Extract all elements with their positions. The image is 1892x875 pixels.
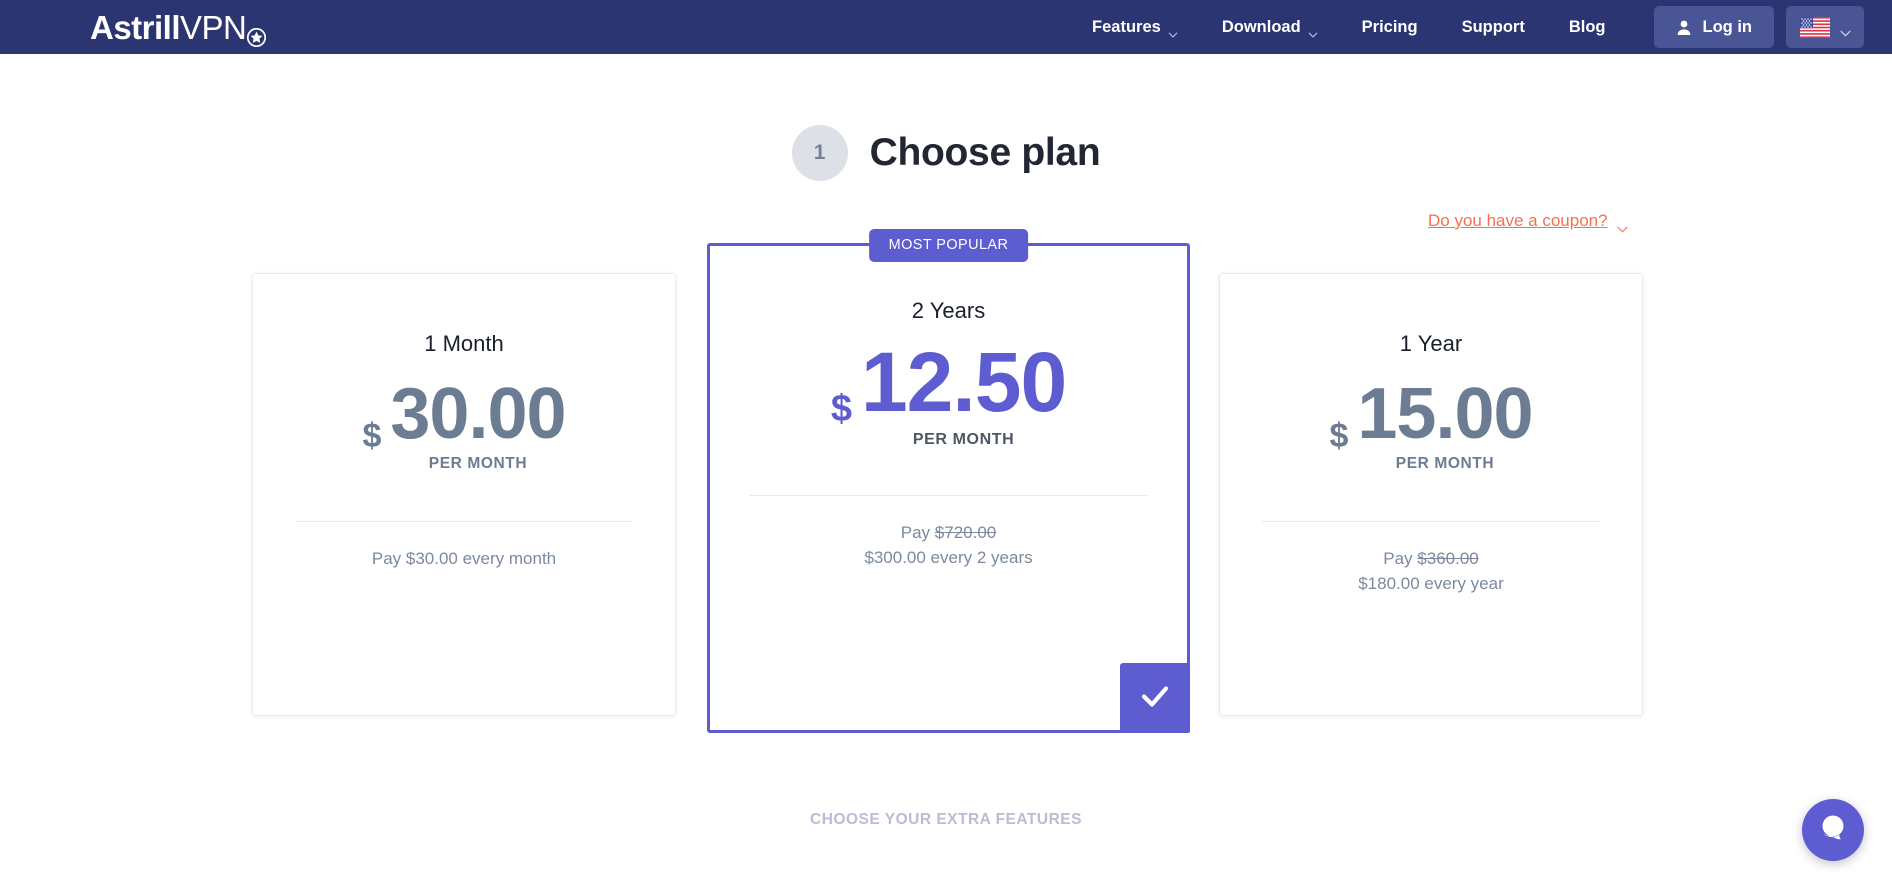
most-popular-badge: MOST POPULAR (868, 229, 1029, 262)
plan-name: 1 Month (424, 331, 504, 356)
main-content: 1 Choose plan Do you have a coupon? 1 Mo… (0, 54, 1892, 875)
currency-symbol: $ (362, 417, 382, 455)
billing-pay-prefix: Pay (900, 523, 935, 543)
billing-original-price: $360.00 (1417, 549, 1479, 569)
extra-features-heading: CHOOSE YOUR EXTRA FEATURES (810, 811, 1082, 828)
plan-billing-note: Pay $720.00 $300.00 every 2 years (710, 521, 1187, 570)
billing-line-2: $180.00 every year (1358, 573, 1504, 593)
nav-item-download[interactable]: Download (1200, 10, 1340, 45)
currency-symbol: $ (830, 388, 852, 430)
plan-selected-indicator (1120, 663, 1190, 733)
nav-label: Blog (1568, 17, 1606, 36)
billing-line-1: Pay $30.00 every month (371, 549, 557, 569)
plan-name: 1 Year (1399, 331, 1463, 356)
us-flag-icon (1800, 16, 1830, 38)
chat-widget-button[interactable] (1802, 799, 1864, 861)
nav-item-blog[interactable]: Blog (1547, 10, 1628, 45)
price-amount: 12.50 (860, 335, 1067, 429)
plan-price: $ 15.00 PER MONTH (1220, 378, 1642, 473)
plan-billing-note: Pay $360.00 $180.00 every year (1220, 547, 1642, 596)
plan-billing-note: Pay $30.00 every month (253, 547, 675, 572)
price-amount: 30.00 (390, 374, 566, 454)
site-logo[interactable]: Astrill VPN (90, 8, 267, 47)
chevron-down-icon (1840, 24, 1851, 37)
plan-card-2-years[interactable]: MOST POPULAR 2 Years $ 12.50 PER MONTH P… (707, 229, 1190, 733)
language-selector[interactable] (1786, 6, 1864, 48)
billing-line-2: $300.00 every 2 years (864, 547, 1033, 567)
step-number-badge: 1 (791, 125, 848, 181)
nav-item-features[interactable]: Features (1070, 10, 1200, 45)
login-button[interactable]: Log in (1653, 6, 1774, 48)
page-title: Choose plan (869, 131, 1101, 174)
plan-cards: 1 Month $ 30.00 PER MONTH Pay $30.00 eve… (0, 217, 1892, 733)
chevron-down-icon (1168, 24, 1178, 38)
logo-primary-text: Astrill (90, 8, 181, 46)
nav-label: Features (1092, 17, 1161, 36)
main-navigation: Features Download Pricing Support Blog L… (1070, 6, 1864, 48)
price-period-label: PER MONTH (912, 431, 1015, 449)
site-header: Astrill VPN Features Download Pricing Sup… (0, 0, 1892, 54)
person-icon (1676, 19, 1692, 36)
logo-secondary-text: VPN (180, 8, 247, 46)
plan-card-1-year[interactable]: 1 Year $ 15.00 PER MONTH Pay $360.00 $18… (1219, 273, 1643, 716)
card-divider (295, 521, 633, 523)
currency-symbol: $ (1329, 417, 1349, 455)
plan-card-1-month[interactable]: 1 Month $ 30.00 PER MONTH Pay $30.00 eve… (252, 273, 676, 716)
plan-price: $ 30.00 PER MONTH (253, 378, 675, 473)
card-divider (750, 495, 1147, 497)
star-badge-icon (247, 19, 267, 47)
chevron-down-icon (1308, 24, 1318, 38)
nav-label: Pricing (1361, 17, 1418, 36)
billing-pay-prefix: Pay (1383, 549, 1418, 569)
chat-bubble-icon (1816, 811, 1850, 850)
nav-item-pricing[interactable]: Pricing (1340, 10, 1440, 45)
nav-item-support[interactable]: Support (1440, 10, 1547, 45)
nav-label: Download (1221, 17, 1301, 36)
nav-label: Support (1461, 17, 1525, 36)
price-amount: 15.00 (1357, 374, 1533, 454)
plan-price: $ 12.50 PER MONTH (710, 340, 1187, 449)
check-icon (1140, 681, 1170, 716)
price-period-label: PER MONTH (1395, 455, 1495, 473)
login-label: Log in (1702, 17, 1752, 36)
page-heading-row: 1 Choose plan (0, 54, 1892, 181)
price-period-label: PER MONTH (428, 455, 528, 473)
billing-original-price: $720.00 (934, 523, 997, 543)
card-divider (1262, 521, 1600, 523)
